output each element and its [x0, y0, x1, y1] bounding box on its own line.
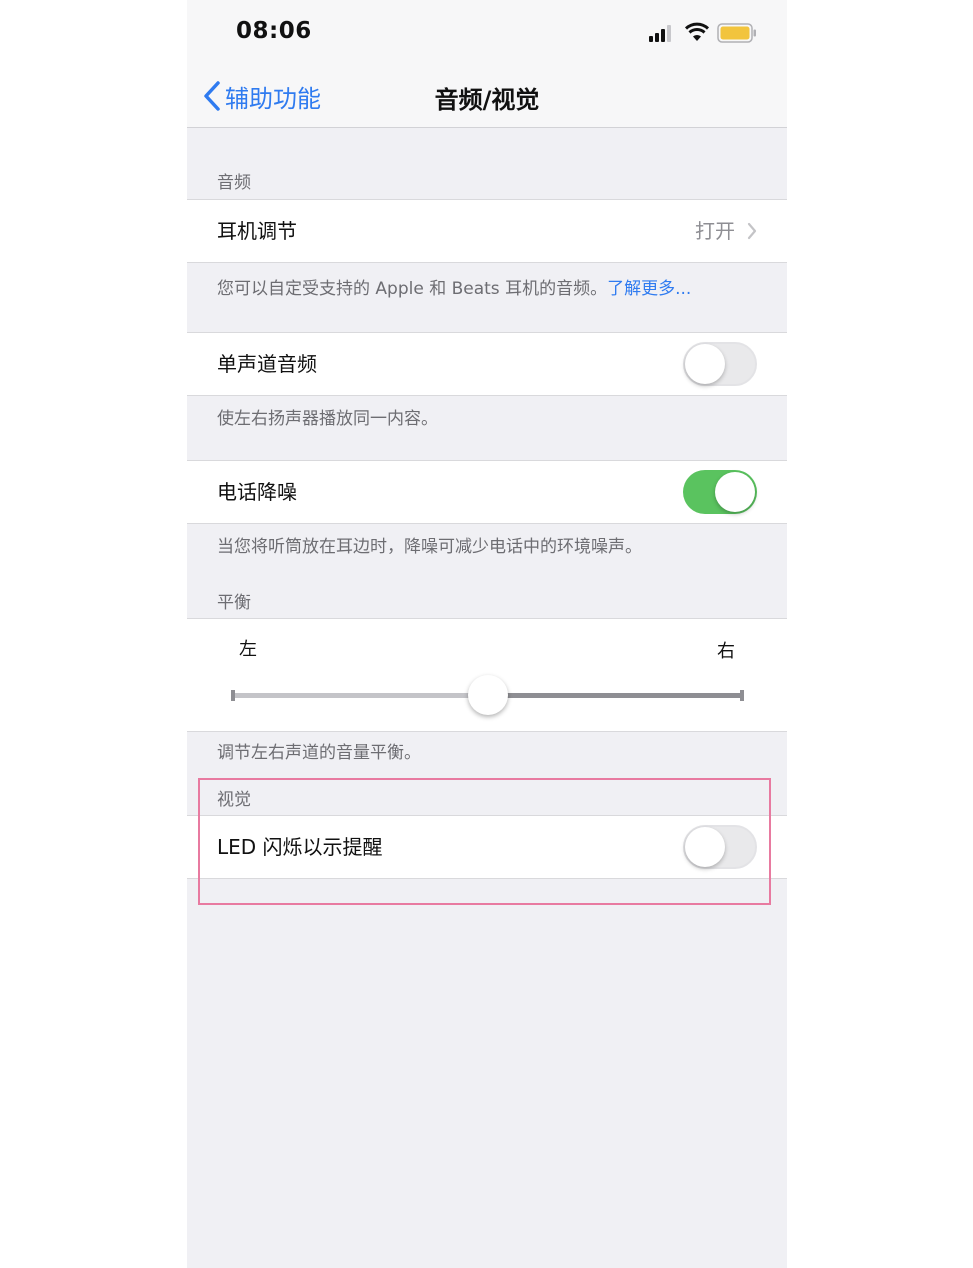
- balance-slider-thumb[interactable]: [468, 675, 508, 715]
- toggle-knob: [685, 827, 725, 867]
- wifi-icon: [684, 22, 710, 41]
- led-flash-toggle[interactable]: [683, 825, 757, 869]
- battery-icon: [717, 23, 756, 43]
- mono-audio-toggle[interactable]: [683, 342, 757, 386]
- status-bar: 08:06: [187, 0, 787, 64]
- toggle-knob: [685, 344, 725, 384]
- headphone-footer-text: 您可以自定受支持的 Apple 和 Beats 耳机的音频。: [217, 279, 608, 299]
- mono-audio-label: 单声道音频: [217, 352, 317, 376]
- balance-right-label: 右: [717, 641, 735, 662]
- slider-track-right: [488, 693, 744, 698]
- noise-cancellation-footer: 当您将听筒放在耳边时，降噪可减少电话中的环境噪声。: [217, 537, 642, 557]
- status-time: 08:06: [236, 18, 312, 44]
- cellular-signal-icon: [649, 25, 671, 42]
- led-flash-label: LED 闪烁以示提醒: [217, 835, 383, 859]
- headphone-accommodations-value: 打开: [695, 219, 735, 243]
- status-icons: [647, 20, 757, 44]
- phone-noise-cancellation-row: 电话降噪: [187, 460, 787, 524]
- balance-footer: 调节左右声道的音量平衡。: [217, 743, 421, 763]
- section-header-balance: 平衡: [217, 593, 251, 613]
- phone-noise-cancellation-label: 电话降噪: [217, 480, 297, 504]
- phone-noise-cancellation-toggle[interactable]: [683, 470, 757, 514]
- settings-screen: 08:06 辅助功能 音频/视觉 音频 耳机调节 打开 您可以自定受支持的 Ap…: [187, 0, 787, 1268]
- section-header-visual: 视觉: [217, 790, 251, 810]
- section-header-audio: 音频: [217, 173, 251, 193]
- headphone-footer: 您可以自定受支持的 Apple 和 Beats 耳机的音频。了解更多...: [217, 274, 691, 299]
- mono-audio-row: 单声道音频: [187, 332, 787, 396]
- led-flash-row: LED 闪烁以示提醒: [187, 815, 787, 879]
- slider-tick-left: [231, 690, 235, 701]
- page-title: 音频/视觉: [434, 86, 540, 114]
- chevron-right-icon: [747, 222, 757, 240]
- learn-more-link[interactable]: 了解更多...: [607, 279, 691, 299]
- slider-tick-right: [740, 690, 744, 701]
- mono-audio-footer: 使左右扬声器播放同一内容。: [217, 409, 438, 429]
- toggle-knob: [715, 472, 755, 512]
- balance-row: 左 右: [187, 618, 787, 732]
- headphone-accommodations-row[interactable]: 耳机调节 打开: [187, 199, 787, 263]
- balance-left-label: 左: [239, 639, 257, 660]
- balance-slider[interactable]: [231, 675, 744, 715]
- headphone-accommodations-label: 耳机调节: [217, 219, 297, 243]
- navigation-bar: 辅助功能 音频/视觉: [187, 64, 787, 128]
